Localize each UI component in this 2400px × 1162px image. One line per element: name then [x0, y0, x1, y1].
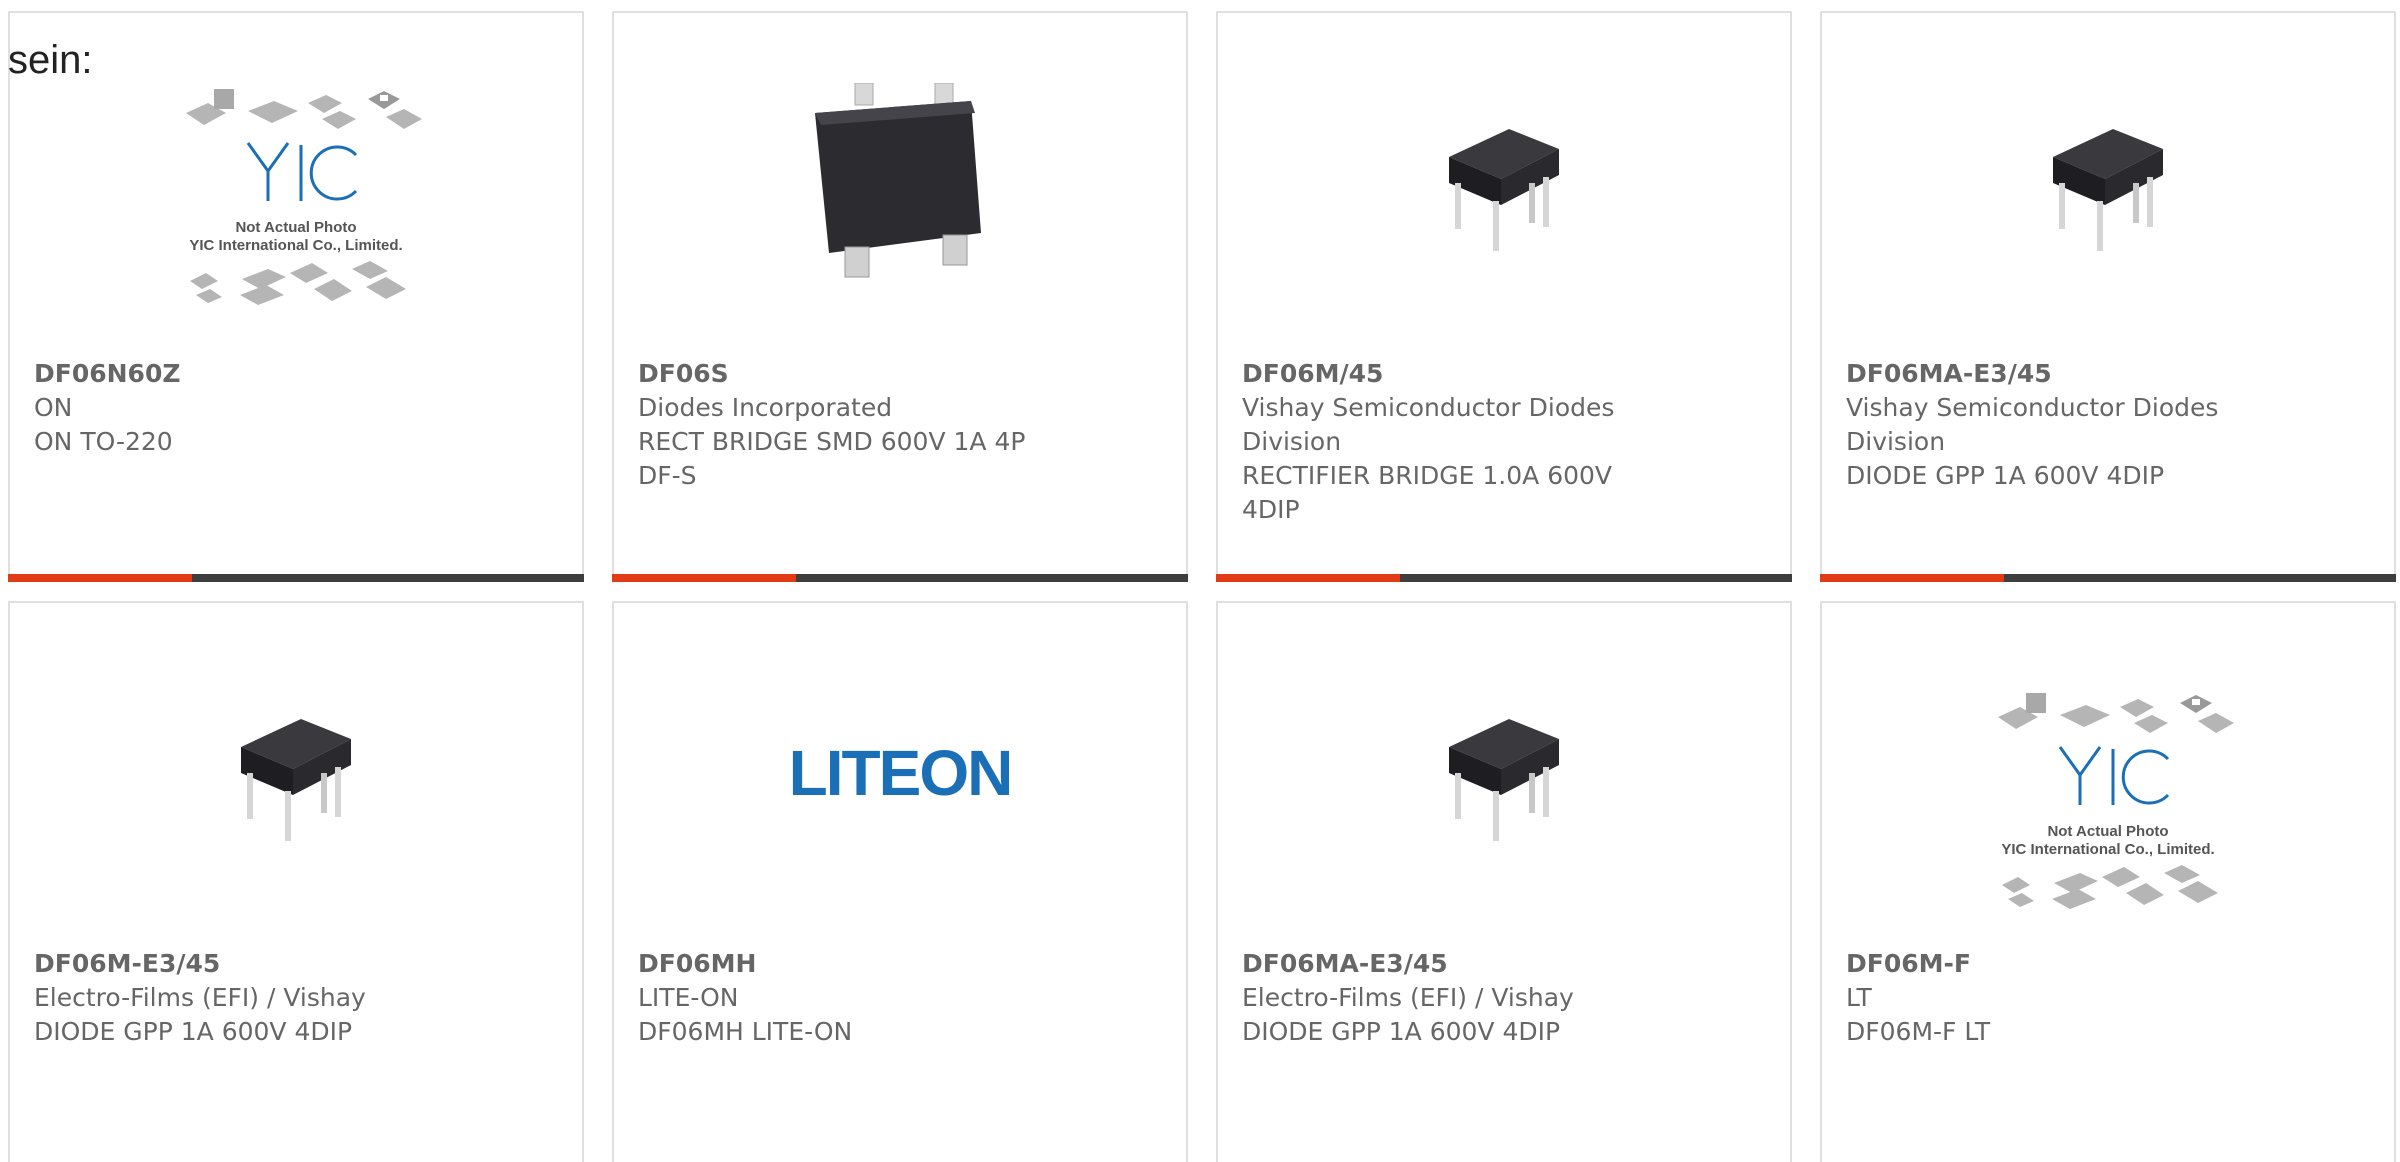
product-card[interactable]: DF06M-E3/45 Electro-Films (EFI) / Vishay…: [8, 601, 584, 1162]
product-card[interactable]: DF06S Diodes Incorporated RECT BRIDGE SM…: [612, 11, 1188, 582]
product-grid: Not Actual Photo YIC International Co., …: [0, 0, 2400, 1162]
product-info: DF06MA-E3/45 Electro-Films (EFI) / Visha…: [1242, 947, 1642, 1049]
card-bottom-bar: [8, 574, 584, 582]
product-info: DF06MA-E3/45 Vishay Semiconductor Diodes…: [1846, 357, 2246, 493]
description: RECT BRIDGE SMD 600V 1A 4P: [638, 427, 1026, 456]
placeholder-yic-icon[interactable]: Not Actual Photo YIC International Co., …: [156, 83, 436, 323]
product-card[interactable]: Not Actual Photo YIC International Co., …: [1820, 601, 2396, 1162]
manufacturer: Division: [1242, 427, 1342, 456]
intro-text: sein:: [8, 38, 93, 82]
part-number-link[interactable]: DF06MA-E3/45: [1242, 947, 1642, 981]
product-info: DF06M-F LT DF06M-F LT: [1846, 947, 2246, 1049]
product-info: DF06MH LITE-ON DF06MH LITE-ON: [638, 947, 1038, 1049]
smd-bridge-chip-icon[interactable]: [795, 83, 1005, 293]
manufacturer: Division: [1846, 427, 1946, 456]
description: 4DIP: [1242, 495, 1300, 524]
manufacturer: LT: [1846, 983, 1872, 1012]
part-number-link[interactable]: DF06M/45: [1242, 357, 1642, 391]
product-info: DF06M/45 Vishay Semiconductor Diodes Div…: [1242, 357, 1642, 527]
placeholder-yic-icon[interactable]: Not Actual Photo YIC International Co., …: [1968, 687, 2248, 927]
product-info: DF06M-E3/45 Electro-Films (EFI) / Vishay…: [34, 947, 434, 1049]
part-number-link[interactable]: DF06S: [638, 357, 1038, 391]
placeholder-caption-line: YIC International Co., Limited.: [189, 237, 403, 254]
product-card[interactable]: Not Actual Photo YIC International Co., …: [8, 11, 584, 582]
description: DF-S: [638, 461, 697, 490]
dip-chip-icon[interactable]: [1409, 83, 1599, 273]
part-number-link[interactable]: DF06MA-E3/45: [1846, 357, 2246, 391]
manufacturer: Vishay Semiconductor Diodes: [1846, 393, 2219, 422]
card-bottom-bar: [1820, 574, 2396, 582]
part-number-link[interactable]: DF06N60Z: [34, 357, 434, 391]
card-accent: [612, 574, 796, 582]
card-accent: [1820, 574, 2004, 582]
product-info: DF06S Diodes Incorporated RECT BRIDGE SM…: [638, 357, 1038, 493]
manufacturer: Electro-Films (EFI) / Vishay: [34, 983, 366, 1012]
product-card[interactable]: DF06MA-E3/45 Electro-Films (EFI) / Visha…: [1216, 601, 1792, 1162]
card-accent: [1216, 574, 1400, 582]
dip-chip-icon[interactable]: [2013, 83, 2203, 273]
card-accent: [8, 574, 192, 582]
product-grid-page: sein: Not Actual Photo YIC International…: [0, 0, 2400, 1162]
part-number-link[interactable]: DF06M-F: [1846, 947, 2246, 981]
manufacturer: Vishay Semiconductor Diodes: [1242, 393, 1615, 422]
card-bottom-bar: [612, 574, 1188, 582]
description: DIODE GPP 1A 600V 4DIP: [1846, 461, 2165, 490]
product-card[interactable]: LITEON DF06MH LITE-ON DF06MH LITE-ON: [612, 601, 1188, 1162]
manufacturer: LITE-ON: [638, 983, 739, 1012]
liteon-logo[interactable]: LITEON: [780, 733, 1020, 813]
manufacturer: Electro-Films (EFI) / Vishay: [1242, 983, 1574, 1012]
description: DF06MH LITE-ON: [638, 1017, 853, 1046]
product-card[interactable]: DF06M/45 Vishay Semiconductor Diodes Div…: [1216, 11, 1792, 582]
manufacturer: ON: [34, 393, 73, 422]
part-number-link[interactable]: DF06M-E3/45: [34, 947, 434, 981]
part-number-link[interactable]: DF06MH: [638, 947, 1038, 981]
description: DIODE GPP 1A 600V 4DIP: [1242, 1017, 1561, 1046]
placeholder-caption-line: Not Actual Photo: [235, 219, 357, 236]
placeholder-caption-line: YIC International Co., Limited.: [2001, 841, 2215, 858]
product-info: DF06N60Z ON ON TO-220: [34, 357, 434, 459]
placeholder-caption-line: Not Actual Photo: [2047, 823, 2169, 840]
description: RECTIFIER BRIDGE 1.0A 600V: [1242, 461, 1613, 490]
description: DF06M-F LT: [1846, 1017, 1991, 1046]
dip-chip-icon[interactable]: [1409, 673, 1599, 863]
description: DIODE GPP 1A 600V 4DIP: [34, 1017, 353, 1046]
product-card[interactable]: DF06MA-E3/45 Vishay Semiconductor Diodes…: [1820, 11, 2396, 582]
card-bottom-bar: [1216, 574, 1792, 582]
dip-chip-icon[interactable]: [201, 673, 391, 863]
manufacturer: Diodes Incorporated: [638, 393, 893, 422]
description: ON TO-220: [34, 427, 173, 456]
liteon-logo-text: LITEON: [788, 737, 1014, 809]
